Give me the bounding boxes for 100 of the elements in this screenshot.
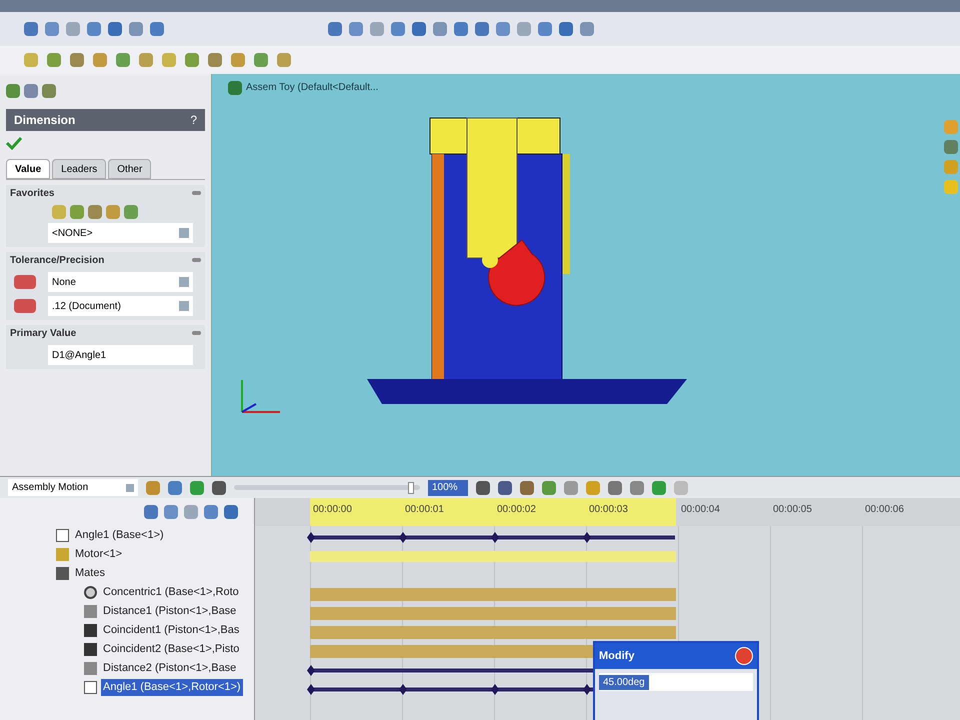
filter-icon[interactable]	[144, 505, 158, 519]
view-icon[interactable]	[559, 22, 573, 36]
favorite-icon[interactable]	[88, 205, 102, 219]
tool-icon[interactable]	[231, 53, 245, 67]
view-icon[interactable]	[370, 22, 384, 36]
motor-icon	[56, 548, 69, 561]
favorite-icon[interactable]	[124, 205, 138, 219]
tool-icon[interactable]	[47, 53, 61, 67]
section-title: Favorites	[10, 186, 54, 200]
filter-icon[interactable]	[164, 505, 178, 519]
tool-icon[interactable]	[254, 53, 268, 67]
tool-icon[interactable]	[116, 53, 130, 67]
playback-slider[interactable]	[234, 482, 420, 494]
favorite-icon[interactable]	[106, 205, 120, 219]
tree-item[interactable]: Distance2 (Piston<1>,Base	[101, 660, 238, 677]
tool-icon[interactable]	[66, 22, 80, 36]
study-type-dropdown[interactable]: Assembly Motion	[8, 479, 138, 496]
value-field[interactable]: 45.00deg	[599, 673, 753, 691]
track-bar[interactable]	[310, 626, 676, 639]
mates-icon	[56, 567, 69, 580]
collapse-icon[interactable]	[192, 191, 201, 195]
view-icon[interactable]	[454, 22, 468, 36]
tolerance-dropdown[interactable]: None	[48, 272, 193, 292]
motion-tool-icon[interactable]	[498, 480, 512, 494]
tree-item[interactable]: Distance1 (Piston<1>,Base	[101, 603, 238, 620]
tree-item[interactable]: Angle1 (Base<1>,Rotor<1>)	[101, 679, 243, 696]
view-icon[interactable]	[517, 22, 531, 36]
section-title: Primary Value	[10, 326, 76, 340]
tool-icon[interactable]	[24, 22, 38, 36]
motion-tool-icon[interactable]	[476, 480, 490, 494]
favorite-icon[interactable]	[52, 205, 66, 219]
property-icon[interactable]	[24, 84, 38, 98]
track-bar[interactable]	[310, 588, 676, 601]
breadcrumb[interactable]: Assem Toy (Default<Default...	[246, 80, 378, 95]
tool-icon[interactable]	[139, 53, 153, 67]
help-button[interactable]: ?	[190, 111, 197, 129]
tree-item[interactable]: Concentric1 (Base<1>,Roto	[101, 584, 241, 601]
playback-icon[interactable]	[190, 480, 204, 494]
motion-tool-icon[interactable]	[542, 480, 556, 494]
tool-icon[interactable]	[162, 53, 176, 67]
tool-icon[interactable]	[24, 53, 38, 67]
distance-icon	[84, 662, 97, 675]
tool-icon[interactable]	[70, 53, 84, 67]
axis-triad-icon	[241, 380, 280, 413]
view-icon[interactable]	[580, 22, 594, 36]
tool-icon[interactable]	[93, 53, 107, 67]
favorite-icon[interactable]	[70, 205, 84, 219]
coincident-icon	[84, 624, 97, 637]
track-bar[interactable]	[310, 551, 676, 562]
slider-thumb[interactable]	[408, 482, 414, 494]
collapse-icon[interactable]	[192, 258, 201, 262]
tolerance-dropdown[interactable]: .12 (Document)	[48, 296, 193, 316]
tab[interactable]: Value	[6, 159, 50, 179]
ok-check-icon[interactable]	[6, 136, 22, 150]
filter-icon[interactable]	[224, 505, 238, 519]
track-bar[interactable]	[310, 607, 676, 620]
feature-tree-icon[interactable]	[6, 84, 20, 98]
tree-item[interactable]: Coincident1 (Piston<1>,Bas	[101, 622, 242, 639]
assembly-icon	[228, 80, 242, 94]
task-pane-icon[interactable]	[944, 140, 958, 154]
time-label: 00:00:02	[497, 503, 536, 517]
tool-icon[interactable]	[150, 22, 164, 36]
motion-tool-icon[interactable]	[520, 480, 534, 494]
view-icon[interactable]	[391, 22, 405, 36]
tool-icon[interactable]	[45, 22, 59, 36]
zoom-field[interactable]: 100%	[428, 480, 468, 496]
config-icon[interactable]	[42, 84, 56, 98]
close-button[interactable]	[735, 647, 753, 665]
time-label: 00:00:03	[589, 503, 628, 517]
tool-icon[interactable]	[185, 53, 199, 67]
value-field[interactable]: D1@Angle1	[48, 345, 193, 365]
distance-icon	[84, 605, 97, 618]
view-icon[interactable]	[328, 22, 342, 36]
filter-icon[interactable]	[204, 505, 218, 519]
tree-item[interactable]: Angle1 (Base<1>)	[73, 527, 166, 544]
motion-tool-icon[interactable]	[608, 480, 622, 494]
tree-item[interactable]: Coincident2 (Base<1>,Pisto	[101, 641, 242, 658]
tree-item[interactable]: Mates	[73, 565, 107, 582]
playback-icon[interactable]	[168, 480, 182, 494]
view-icon[interactable]	[538, 22, 552, 36]
collapse-icon[interactable]	[192, 331, 201, 335]
motion-tool-icon[interactable]	[652, 480, 666, 494]
tool-icon[interactable]	[208, 53, 222, 67]
view-icon[interactable]	[412, 22, 426, 36]
tool-icon[interactable]	[87, 22, 101, 36]
view-icon[interactable]	[349, 22, 363, 36]
view-icon[interactable]	[433, 22, 447, 36]
tool-icon[interactable]	[108, 22, 122, 36]
filter-icon[interactable]	[184, 505, 198, 519]
motion-tool-icon[interactable]	[630, 480, 644, 494]
view-icon[interactable]	[475, 22, 489, 36]
tab[interactable]: Other	[108, 159, 152, 179]
tab[interactable]: Leaders	[52, 159, 106, 179]
tolerance-icon	[14, 299, 36, 313]
tool-icon[interactable]	[277, 53, 291, 67]
playback-icon[interactable]	[212, 480, 226, 494]
tree-item[interactable]: Motor<1>	[73, 546, 124, 563]
favorites-dropdown[interactable]: <NONE>	[48, 223, 193, 243]
view-icon[interactable]	[496, 22, 510, 36]
tool-icon[interactable]	[129, 22, 143, 36]
